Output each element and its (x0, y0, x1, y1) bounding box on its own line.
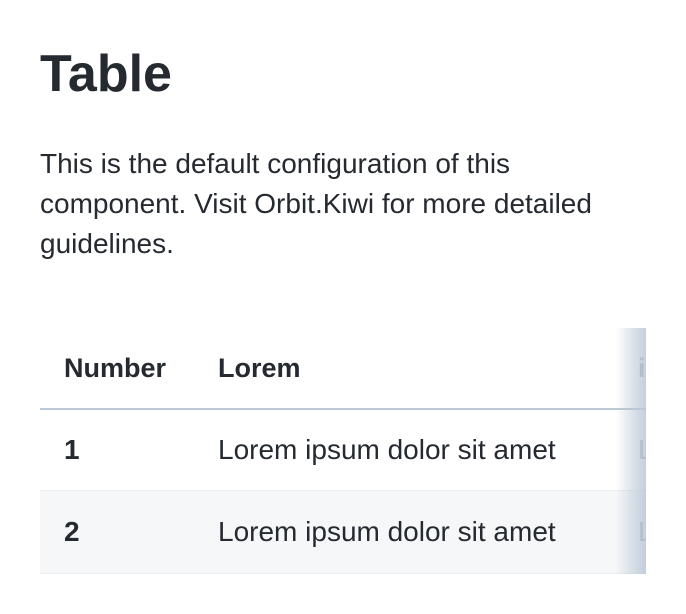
table-row: 1 Lorem ipsum dolor sit amet Lorem (40, 410, 646, 491)
table-row: 2 Lorem ipsum dolor sit amet Lorem (40, 491, 646, 574)
cell-extra: Lorem (638, 516, 646, 547)
cell-number: 2 (64, 516, 80, 547)
cell-lorem: Lorem ipsum dolor sit amet (218, 434, 556, 465)
cell-extra: Lorem (638, 434, 646, 465)
cell-number: 1 (64, 434, 80, 465)
table: Number Lorem ipsum 1 Lorem ipsum dolor s… (40, 328, 646, 574)
column-header-ipsum: ipsum (638, 352, 646, 383)
table-header-row: Number Lorem ipsum (40, 328, 646, 410)
column-header-number: Number (64, 352, 167, 383)
column-header-lorem: Lorem (218, 352, 301, 383)
table-scroll-container[interactable]: Number Lorem ipsum 1 Lorem ipsum dolor s… (40, 328, 646, 574)
cell-lorem: Lorem ipsum dolor sit amet (218, 516, 556, 547)
page-description: This is the default configuration of thi… (40, 148, 592, 259)
page-title: Table (40, 45, 172, 103)
